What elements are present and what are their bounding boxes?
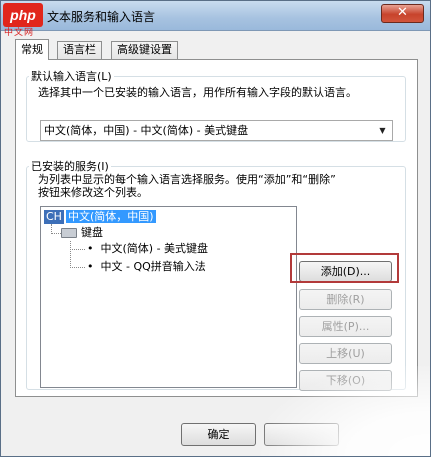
language-name: 中文(简体，中国) (65, 210, 156, 223)
properties-button[interactable]: 属性(P)... (299, 316, 392, 337)
move-up-button[interactable]: 上移(U) (299, 343, 392, 364)
language-code-badge: CH (44, 210, 64, 224)
service-label: 中文 - QQ拼音输入法 (100, 260, 206, 273)
dropdown-arrow-icon: ▼ (379, 126, 386, 135)
tree-line (70, 249, 85, 250)
default-language-value: 中文(简体，中国) - 中文(简体) - 美式键盘 (44, 124, 249, 137)
installed-services-description-line1: 为列表中显示的每个输入语言选择服务。使用“添加”和“删除” (38, 173, 336, 186)
keyboard-icon (61, 228, 77, 238)
tree-line (70, 267, 85, 268)
php-logo: php (3, 3, 43, 27)
installed-services-description-line2: 按钮来修改这个列表。 (38, 186, 148, 199)
tree-item-service[interactable]: • 中文 - QQ拼音输入法 (87, 260, 206, 274)
php-logo-sub: 中文网 (4, 28, 35, 38)
remove-button[interactable]: 删除(R) (299, 289, 392, 310)
tree-node-language[interactable]: CH 中文(简体，中国) (44, 210, 156, 224)
window-title: 文本服务和输入语言 (47, 10, 156, 24)
tab-general[interactable]: 常规 (15, 39, 49, 60)
close-button[interactable]: ✕ (381, 4, 424, 23)
tab-language-bar[interactable]: 语言栏 (57, 41, 102, 59)
title-bar[interactable]: php 中文网 文本服务和输入语言 ✕ (1, 1, 430, 38)
general-tab-panel: 默认输入语言(L) 选择其中一个已安装的输入语言，用作所有输入字段的默认语言。 … (15, 59, 418, 397)
keyboard-category-label: 键盘 (81, 226, 103, 239)
tab-strip: 常规 语言栏 高级键设置 (15, 39, 415, 60)
service-label: 中文(简体) - 美式键盘 (100, 242, 209, 255)
close-icon: ✕ (397, 5, 408, 20)
text-services-dialog: php 中文网 文本服务和输入语言 ✕ 常规 语言栏 高级键设置 默认输入语言(… (0, 0, 431, 457)
bullet-icon: • (87, 242, 101, 255)
move-down-button[interactable]: 下移(O) (299, 370, 392, 391)
default-language-description: 选择其中一个已安装的输入语言，用作所有输入字段的默认语言。 (38, 86, 357, 99)
tree-line (70, 241, 71, 268)
installed-services-tree[interactable]: CH 中文(简体，中国) 键盘 • 中文(简体) - 美式键盘 • 中文 - QQ… (40, 206, 297, 388)
cancel-button[interactable] (264, 423, 339, 446)
tree-item-service[interactable]: • 中文(简体) - 美式键盘 (87, 242, 208, 256)
tab-advanced-key-settings[interactable]: 高级键设置 (111, 41, 178, 59)
bullet-icon: • (87, 260, 101, 273)
default-language-title: 默认输入语言(L) (31, 70, 112, 83)
installed-services-title: 已安装的服务(I) (31, 160, 109, 173)
default-language-select[interactable]: 中文(简体，中国) - 中文(简体) - 美式键盘 ▼ (40, 120, 393, 141)
ok-button[interactable]: 确定 (181, 423, 256, 446)
add-button-highlight (290, 253, 399, 283)
tree-node-keyboard[interactable]: 键盘 (41, 226, 191, 240)
